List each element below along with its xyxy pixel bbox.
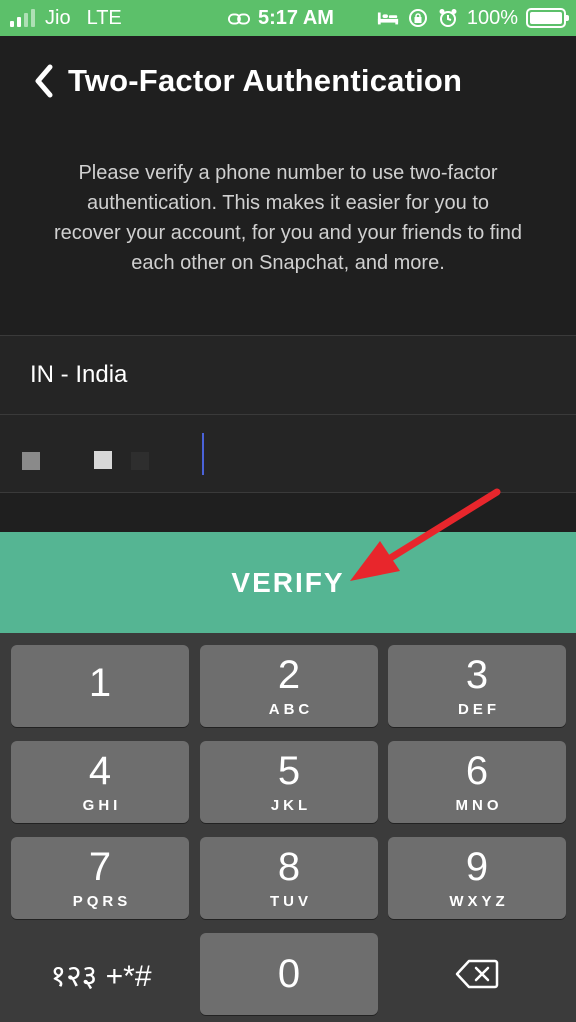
header: Two-Factor Authentication: [0, 36, 576, 126]
back-button[interactable]: [22, 51, 66, 111]
redacted-digit: [131, 452, 149, 470]
alarm-icon: [437, 8, 459, 28]
signal-icon: [10, 9, 35, 27]
key-0[interactable]: 0: [200, 933, 378, 1015]
link-icon: [228, 9, 250, 29]
key-2[interactable]: 2 ABC: [200, 645, 378, 727]
backspace-icon: [455, 959, 499, 989]
redacted-digit: [94, 451, 112, 469]
key-8[interactable]: 8 TUV: [200, 837, 378, 919]
status-bar: Jio LTE 5:17 AM 100%: [0, 0, 576, 36]
redacted-digit: [22, 452, 40, 470]
key-1[interactable]: 1: [11, 645, 189, 727]
verify-button[interactable]: VERIFY: [0, 532, 576, 633]
status-time: 5:17 AM: [258, 7, 334, 29]
country-selector[interactable]: IN - India: [0, 335, 576, 415]
delete-key[interactable]: [388, 933, 566, 1015]
bed-icon: [377, 8, 399, 28]
network-label: LTE: [86, 6, 122, 29]
key-5[interactable]: 5 JKL: [200, 741, 378, 823]
key-9[interactable]: 9 WXYZ: [388, 837, 566, 919]
key-4[interactable]: 4 GHI: [11, 741, 189, 823]
chevron-left-icon: [35, 64, 53, 98]
key-7[interactable]: 7 PQRS: [11, 837, 189, 919]
key-6[interactable]: 6 MNO: [388, 741, 566, 823]
symbols-label: १२३ +*#: [50, 959, 152, 993]
country-value: IN - India: [30, 361, 128, 388]
description-text: Please verify a phone number to use two-…: [53, 162, 523, 274]
battery-percent: 100%: [466, 6, 518, 29]
text-cursor: [202, 433, 204, 475]
symbols-key[interactable]: १२३ +*#: [12, 933, 190, 1015]
numeric-keypad: 1 2 ABC 3 DEF 4 GHI 5 JKL 6 MNO 7 PQRS 8…: [0, 633, 576, 1022]
rotation-lock-icon: [407, 8, 429, 28]
page-title: Two-Factor Authentication: [68, 63, 463, 98]
carrier-label: Jio: [45, 6, 71, 29]
battery-icon: [526, 8, 569, 28]
key-3[interactable]: 3 DEF: [388, 645, 566, 727]
phone-number-input[interactable]: [0, 415, 576, 493]
